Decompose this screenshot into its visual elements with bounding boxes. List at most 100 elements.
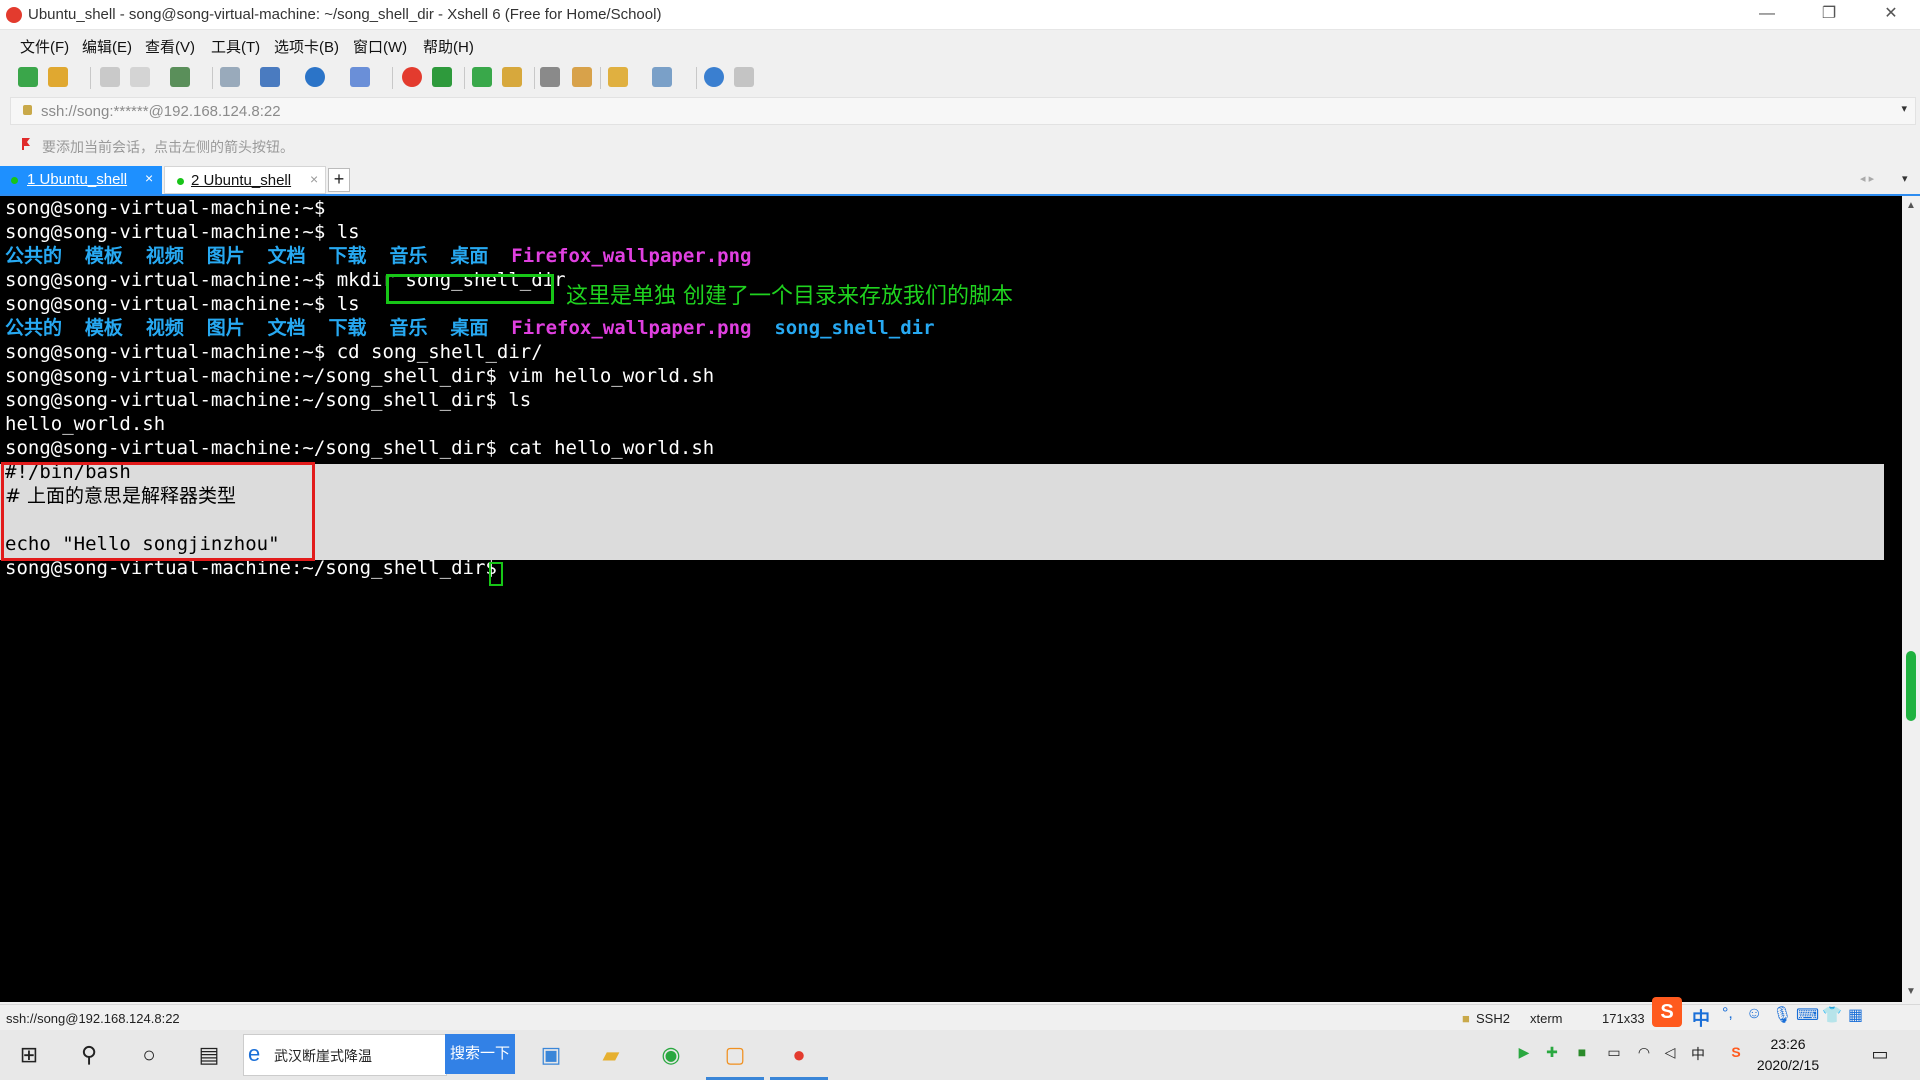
toolbar-separator xyxy=(696,67,697,89)
address-input[interactable]: ssh://song:******@192.168.124.8:22 xyxy=(41,103,281,120)
contacts-app-icon[interactable]: ▣ xyxy=(522,1030,580,1080)
menu-tabs[interactable]: 选项卡(B) xyxy=(274,36,339,57)
status-protocol: SSH2 xyxy=(1476,1011,1510,1026)
minimize-button[interactable]: — xyxy=(1744,0,1790,29)
window-title: Ubuntu_shell - song@song-virtual-machine… xyxy=(28,6,662,23)
properties-icon[interactable] xyxy=(260,67,280,87)
new-tab-button[interactable]: + xyxy=(328,168,350,192)
ime-punct-icon[interactable]: °, xyxy=(1722,1005,1733,1023)
tab-label: 1 Ubuntu_shell xyxy=(27,171,128,188)
terminal-line: song@song-virtual-machine:~$ cd song_she… xyxy=(5,341,543,363)
toolbar-separator xyxy=(534,67,535,89)
terminal-line: hello_world.sh xyxy=(5,413,166,435)
tray-app-icon[interactable]: ✚ xyxy=(1542,1044,1562,1064)
menu-file[interactable]: 文件(F) xyxy=(20,36,69,57)
menu-window[interactable]: 窗口(W) xyxy=(353,36,407,57)
menu-tools[interactable]: 工具(T) xyxy=(211,36,260,57)
status-dot-icon xyxy=(177,178,184,185)
tab-label: 2 Ubuntu_shell xyxy=(191,172,292,189)
tray-app-icon[interactable]: ▶ xyxy=(1514,1044,1534,1064)
xshell-icon[interactable] xyxy=(402,67,422,87)
mkdir-highlight-box xyxy=(386,274,554,304)
tab-close-icon[interactable]: × xyxy=(310,171,318,187)
reconnect-icon[interactable] xyxy=(170,67,190,87)
chat-icon[interactable] xyxy=(734,67,754,87)
menu-help[interactable]: 帮助(H) xyxy=(423,36,474,57)
menu-edit[interactable]: 编辑(E) xyxy=(82,36,132,57)
status-size: 171x33 xyxy=(1602,1011,1645,1026)
ime-skin-icon[interactable]: 👕 xyxy=(1822,1005,1842,1025)
annotation-text: 这里是单独 创建了一个目录来存放我们的脚本 xyxy=(566,284,1013,309)
help-icon[interactable] xyxy=(704,67,724,87)
xshell-taskbar-icon[interactable]: ● xyxy=(770,1030,828,1080)
scroll-thumb[interactable] xyxy=(1906,651,1916,721)
ime-language[interactable]: 中 xyxy=(1692,1005,1710,1031)
taskbar-clock[interactable]: 23:26 2020/2/15 xyxy=(1748,1034,1828,1076)
toolbar-separator xyxy=(600,67,601,89)
toolbar xyxy=(0,59,1920,95)
globe-icon[interactable] xyxy=(305,67,325,87)
search-button[interactable]: 搜索一下 xyxy=(445,1034,515,1074)
taskbar-search-box[interactable]: e 武汉断崖式降温 xyxy=(243,1034,447,1076)
vertical-scrollbar[interactable]: ▲ ▼ xyxy=(1902,196,1920,1002)
search-icon[interactable]: ⚲ xyxy=(60,1030,118,1080)
tab-close-icon[interactable]: × xyxy=(145,170,153,186)
ime-tools-icon[interactable]: ▦ xyxy=(1848,1005,1863,1025)
tray-nvidia-icon[interactable]: ■ xyxy=(1572,1044,1592,1064)
terminal-line: song@song-virtual-machine:~$ xyxy=(5,197,326,219)
lock-icon xyxy=(23,105,32,115)
script-highlight-box xyxy=(1,462,315,561)
toolbar-separator xyxy=(90,67,91,89)
battery-icon[interactable]: ▭ xyxy=(1604,1044,1624,1064)
font-icon[interactable] xyxy=(350,67,370,87)
notification-icon[interactable]: ▭ xyxy=(1870,1044,1890,1064)
close-button[interactable]: ✕ xyxy=(1868,0,1914,29)
scroll-down-icon[interactable]: ▼ xyxy=(1906,986,1916,997)
keyboard-icon[interactable] xyxy=(540,67,560,87)
ime-tray-icon[interactable]: 中 xyxy=(1688,1044,1708,1064)
toolbar-separator xyxy=(464,67,465,89)
menu-view[interactable]: 查看(V) xyxy=(145,36,195,57)
windows-start-icon[interactable]: ⊞ xyxy=(0,1030,58,1080)
xftp-icon[interactable] xyxy=(432,67,452,87)
menu-bar: 文件(F) 编辑(E) 查看(V) 工具(T) 选项卡(B) 窗口(W) 帮助(… xyxy=(0,30,1920,58)
terminal[interactable]: song@song-virtual-machine:~$ song@song-v… xyxy=(0,196,1902,1002)
maximize-button[interactable]: ❐ xyxy=(1806,0,1852,29)
lock-icon[interactable] xyxy=(502,67,522,87)
new-session-icon[interactable] xyxy=(18,67,38,87)
script-icon[interactable] xyxy=(572,67,592,87)
bookmark-arrow-icon[interactable] xyxy=(20,137,34,151)
browser-icon[interactable]: ◉ xyxy=(642,1030,700,1080)
toolbar-separator xyxy=(392,67,393,89)
address-bar[interactable]: ssh://song:******@192.168.124.8:22 ▾ xyxy=(10,97,1916,125)
tab-scroll-icon[interactable]: ◂ ▸ xyxy=(1860,172,1874,185)
tab-menu-chevron-icon[interactable]: ▾ xyxy=(1902,172,1908,185)
status-bar: ssh://song@192.168.124.8:22 ■ SSH2 xterm… xyxy=(0,997,1920,1031)
tab-ubuntu-shell-2[interactable]: 2 Ubuntu_shell × xyxy=(164,166,326,194)
ime-keyboard-icon[interactable]: ⌨ xyxy=(1796,1005,1819,1025)
volume-icon[interactable]: ◁ xyxy=(1660,1044,1680,1064)
scroll-up-icon[interactable]: ▲ xyxy=(1906,200,1916,211)
task-view-icon[interactable]: ▤ xyxy=(180,1030,238,1080)
fullscreen-icon[interactable] xyxy=(472,67,492,87)
ime-voice-icon[interactable]: 🎙 xyxy=(1772,1005,1792,1025)
ls-output-line: 公共的 模板 视频 图片 文档 下载 音乐 桌面 Firefox_wallpap… xyxy=(5,317,935,339)
tab-ubuntu-shell-1[interactable]: 1 Ubuntu_shell × xyxy=(0,166,162,194)
hint-bar: 要添加当前会话，点击左侧的箭头按钮。 xyxy=(0,131,1920,159)
layout-icon[interactable] xyxy=(652,67,672,87)
wifi-icon[interactable]: ◠ xyxy=(1634,1044,1654,1064)
sogou-ime-icon[interactable]: S xyxy=(1652,997,1682,1027)
cortana-icon[interactable]: ○ xyxy=(120,1030,178,1080)
connect-icon[interactable] xyxy=(100,67,120,87)
add-folder-icon[interactable] xyxy=(608,67,628,87)
lock-icon: ■ xyxy=(1462,1011,1470,1026)
sogou-tray-icon[interactable]: S xyxy=(1726,1044,1746,1064)
terminal-line: song@song-virtual-machine:~/song_shell_d… xyxy=(5,437,715,459)
file-explorer-icon[interactable]: ▰ xyxy=(582,1030,640,1080)
chevron-down-icon[interactable]: ▾ xyxy=(1901,102,1907,115)
vmware-icon[interactable]: ▢ xyxy=(706,1030,764,1080)
search-icon[interactable] xyxy=(220,67,240,87)
open-folder-icon[interactable] xyxy=(48,67,68,87)
ime-emoji-icon[interactable]: ☺ xyxy=(1746,1005,1762,1023)
disconnect-icon[interactable] xyxy=(130,67,150,87)
